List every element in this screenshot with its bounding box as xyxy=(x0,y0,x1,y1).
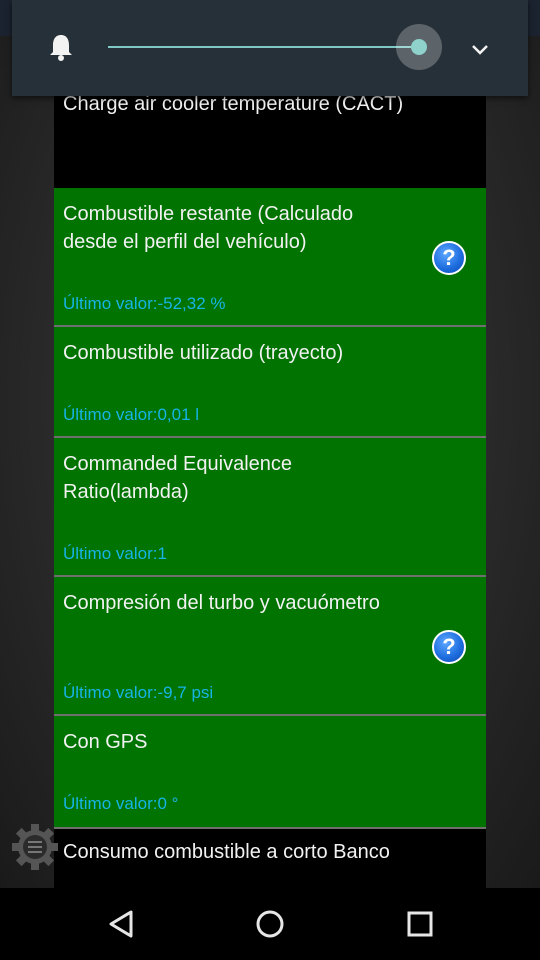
list-item[interactable]: Combustible utilizado (trayecto) Último … xyxy=(54,327,486,438)
list-item[interactable]: Con GPS Último valor:0 ° xyxy=(54,716,486,829)
item-value: Último valor:-52,32 % xyxy=(63,294,226,313)
volume-panel xyxy=(12,0,528,96)
item-title: Compresión del turbo y vacuómetro xyxy=(63,592,380,614)
gear-icon[interactable] xyxy=(10,822,60,872)
list-item[interactable]: Consumo combustible a corto Banco xyxy=(54,829,486,888)
chevron-down-icon[interactable] xyxy=(468,38,492,62)
item-title: Combustible utilizado (trayecto) xyxy=(63,342,344,364)
item-value: Último valor:-9,7 psi xyxy=(63,683,214,702)
item-title: Consumo combustible a corto Banco xyxy=(63,841,390,863)
item-title: Combustible restante (Calculado desde el… xyxy=(63,203,354,253)
item-title: Con GPS xyxy=(63,731,148,753)
home-icon[interactable] xyxy=(246,900,294,948)
recents-icon[interactable] xyxy=(396,900,444,948)
sensor-list[interactable]: Charge air cooler temperature (CACT) Com… xyxy=(54,80,486,888)
list-item[interactable]: Combustible restante (Calculado desde el… xyxy=(54,188,486,327)
item-value: Último valor:1 xyxy=(63,544,167,563)
volume-slider-track[interactable] xyxy=(108,46,420,48)
navigation-bar xyxy=(0,888,540,960)
item-title: Charge air cooler temperature (CACT) xyxy=(63,93,404,115)
help-icon[interactable]: ? xyxy=(432,241,466,275)
list-item[interactable]: Commanded Equivalence Ratio(lambda) Últi… xyxy=(54,438,486,577)
item-title: Commanded Equivalence Ratio(lambda) xyxy=(63,453,293,503)
item-value: Último valor:0 ° xyxy=(63,794,179,813)
help-icon[interactable]: ? xyxy=(432,630,466,664)
bell-icon[interactable] xyxy=(46,32,76,62)
back-icon[interactable] xyxy=(97,900,145,948)
app-screen: Charge air cooler temperature (CACT) Com… xyxy=(0,0,540,888)
list-item[interactable]: Charge air cooler temperature (CACT) xyxy=(54,80,486,190)
item-value: Último valor:0,01 l xyxy=(63,405,200,424)
list-item[interactable]: Compresión del turbo y vacuómetro ? Últi… xyxy=(54,577,486,716)
volume-slider-thumb[interactable] xyxy=(411,39,428,55)
